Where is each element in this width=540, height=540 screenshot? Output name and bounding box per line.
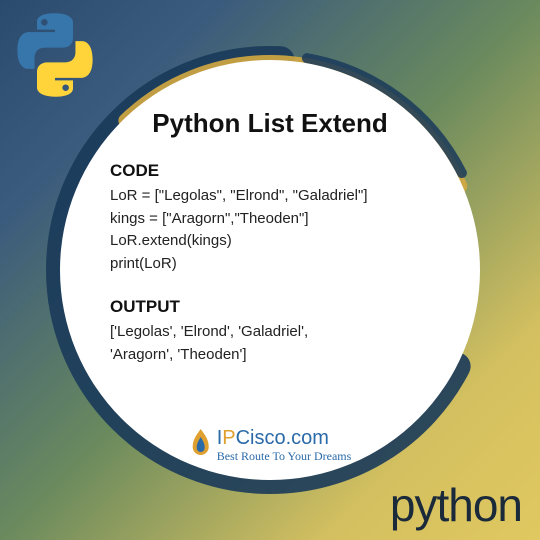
- brand-name: IPCisco.com: [217, 428, 352, 448]
- content-circle: Python List Extend CODE LoR = ["Legolas"…: [60, 60, 480, 480]
- brand-tagline: Best Route To Your Dreams: [217, 450, 352, 462]
- code-heading: CODE: [110, 161, 448, 181]
- output-line: ['Legolas', 'Elrond', 'Galadriel',: [110, 321, 448, 344]
- code-line: LoR.extend(kings): [110, 230, 448, 253]
- code-line: LoR = ["Legolas", "Elrond", "Galadriel"]: [110, 185, 448, 208]
- flame-icon: [189, 429, 213, 461]
- ipcisco-logo: IPCisco.com Best Route To Your Dreams: [189, 428, 352, 462]
- python-wordmark: python: [390, 478, 522, 532]
- content-panel: Python List Extend CODE LoR = ["Legolas"…: [60, 60, 480, 480]
- code-line: kings = ["Aragorn","Theoden"]: [110, 208, 448, 231]
- page-title: Python List Extend: [92, 108, 448, 139]
- output-line: 'Aragorn', 'Theoden']: [110, 344, 448, 367]
- code-line: print(LoR): [110, 253, 448, 276]
- python-logo-icon: [10, 10, 100, 100]
- output-heading: OUTPUT: [110, 297, 448, 317]
